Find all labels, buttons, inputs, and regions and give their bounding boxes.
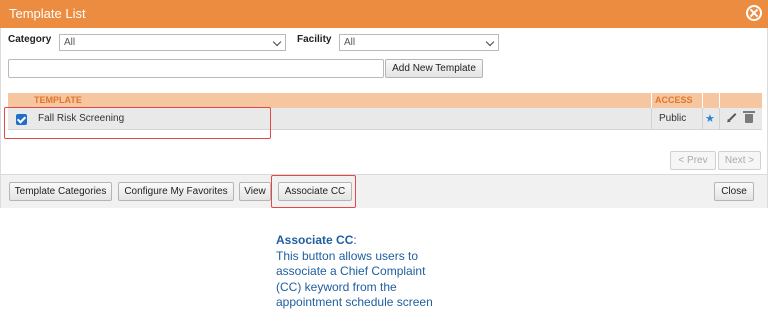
caption-heading: Associate CC bbox=[276, 233, 354, 247]
column-divider bbox=[719, 108, 720, 130]
dialog-footer: Template Categories Configure My Favorit… bbox=[1, 174, 767, 208]
template-categories-button[interactable]: Template Categories bbox=[9, 182, 112, 201]
close-icon[interactable] bbox=[746, 5, 762, 21]
row-highlight-box bbox=[4, 107, 271, 139]
associate-cc-highlight-box bbox=[271, 175, 356, 208]
callout-caption: Associate CC: This button allows users t… bbox=[276, 233, 516, 311]
template-list-dialog: Category All Facility All Add New Templa… bbox=[0, 28, 768, 208]
access-column-header: ACCESS bbox=[655, 95, 693, 105]
close-button[interactable]: Close bbox=[714, 182, 754, 201]
chevron-down-icon bbox=[272, 37, 282, 47]
window-title: Template List bbox=[9, 6, 86, 21]
trash-icon[interactable] bbox=[743, 111, 755, 123]
access-value: Public bbox=[659, 113, 687, 124]
next-page-button[interactable]: Next > bbox=[718, 151, 761, 170]
add-new-template-button[interactable]: Add New Template bbox=[385, 59, 483, 78]
search-input[interactable] bbox=[8, 59, 384, 78]
caption-heading-suffix: : bbox=[353, 233, 357, 247]
screen: Template List Category All Facility All … bbox=[0, 0, 768, 324]
prev-page-button[interactable]: < Prev bbox=[670, 151, 716, 170]
facility-label: Facility bbox=[297, 34, 332, 45]
configure-favorites-button[interactable]: Configure My Favorites bbox=[118, 182, 234, 201]
chevron-down-icon bbox=[485, 37, 495, 47]
caption-line: This button allows users to bbox=[276, 248, 419, 263]
facility-select-value: All bbox=[344, 37, 356, 48]
category-label: Category bbox=[8, 34, 52, 45]
template-column-header: TEMPLATE bbox=[34, 95, 82, 105]
view-button[interactable]: View bbox=[239, 182, 271, 201]
facility-select[interactable]: All bbox=[339, 34, 499, 51]
column-divider bbox=[651, 108, 652, 130]
caption-line: associate a Chief Complaint bbox=[276, 264, 426, 278]
category-select-value: All bbox=[64, 37, 76, 48]
column-divider bbox=[702, 93, 703, 108]
star-icon[interactable]: ★ bbox=[705, 112, 715, 125]
title-bar: Template List bbox=[0, 0, 768, 28]
category-select[interactable]: All bbox=[59, 34, 286, 51]
caption-line: (CC) keyword from the bbox=[276, 279, 397, 294]
column-divider bbox=[651, 93, 652, 108]
column-divider bbox=[719, 93, 720, 108]
column-divider bbox=[702, 108, 703, 130]
caption-line: appointment schedule screen bbox=[276, 295, 433, 309]
pencil-icon[interactable] bbox=[728, 113, 737, 121]
table-header: TEMPLATE ACCESS bbox=[8, 93, 762, 108]
